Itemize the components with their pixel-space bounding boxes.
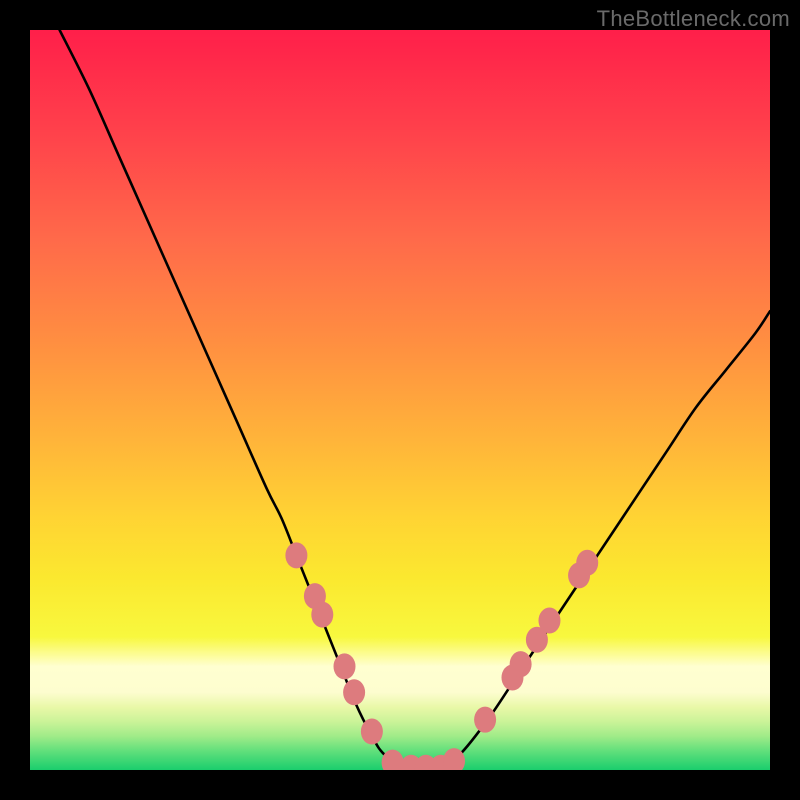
data-marker — [510, 651, 532, 677]
data-marker — [576, 550, 598, 576]
data-marker — [285, 542, 307, 568]
watermark-text: TheBottleneck.com — [597, 6, 790, 32]
curve-layer — [30, 30, 770, 770]
curve-markers — [285, 542, 598, 770]
data-marker — [334, 653, 356, 679]
data-marker — [538, 608, 560, 634]
plot-area — [30, 30, 770, 770]
chart-stage: TheBottleneck.com — [0, 0, 800, 800]
data-marker — [474, 707, 496, 733]
data-marker — [311, 602, 333, 628]
bottleneck-curve — [60, 30, 770, 770]
data-marker — [361, 719, 383, 745]
data-marker — [343, 679, 365, 705]
